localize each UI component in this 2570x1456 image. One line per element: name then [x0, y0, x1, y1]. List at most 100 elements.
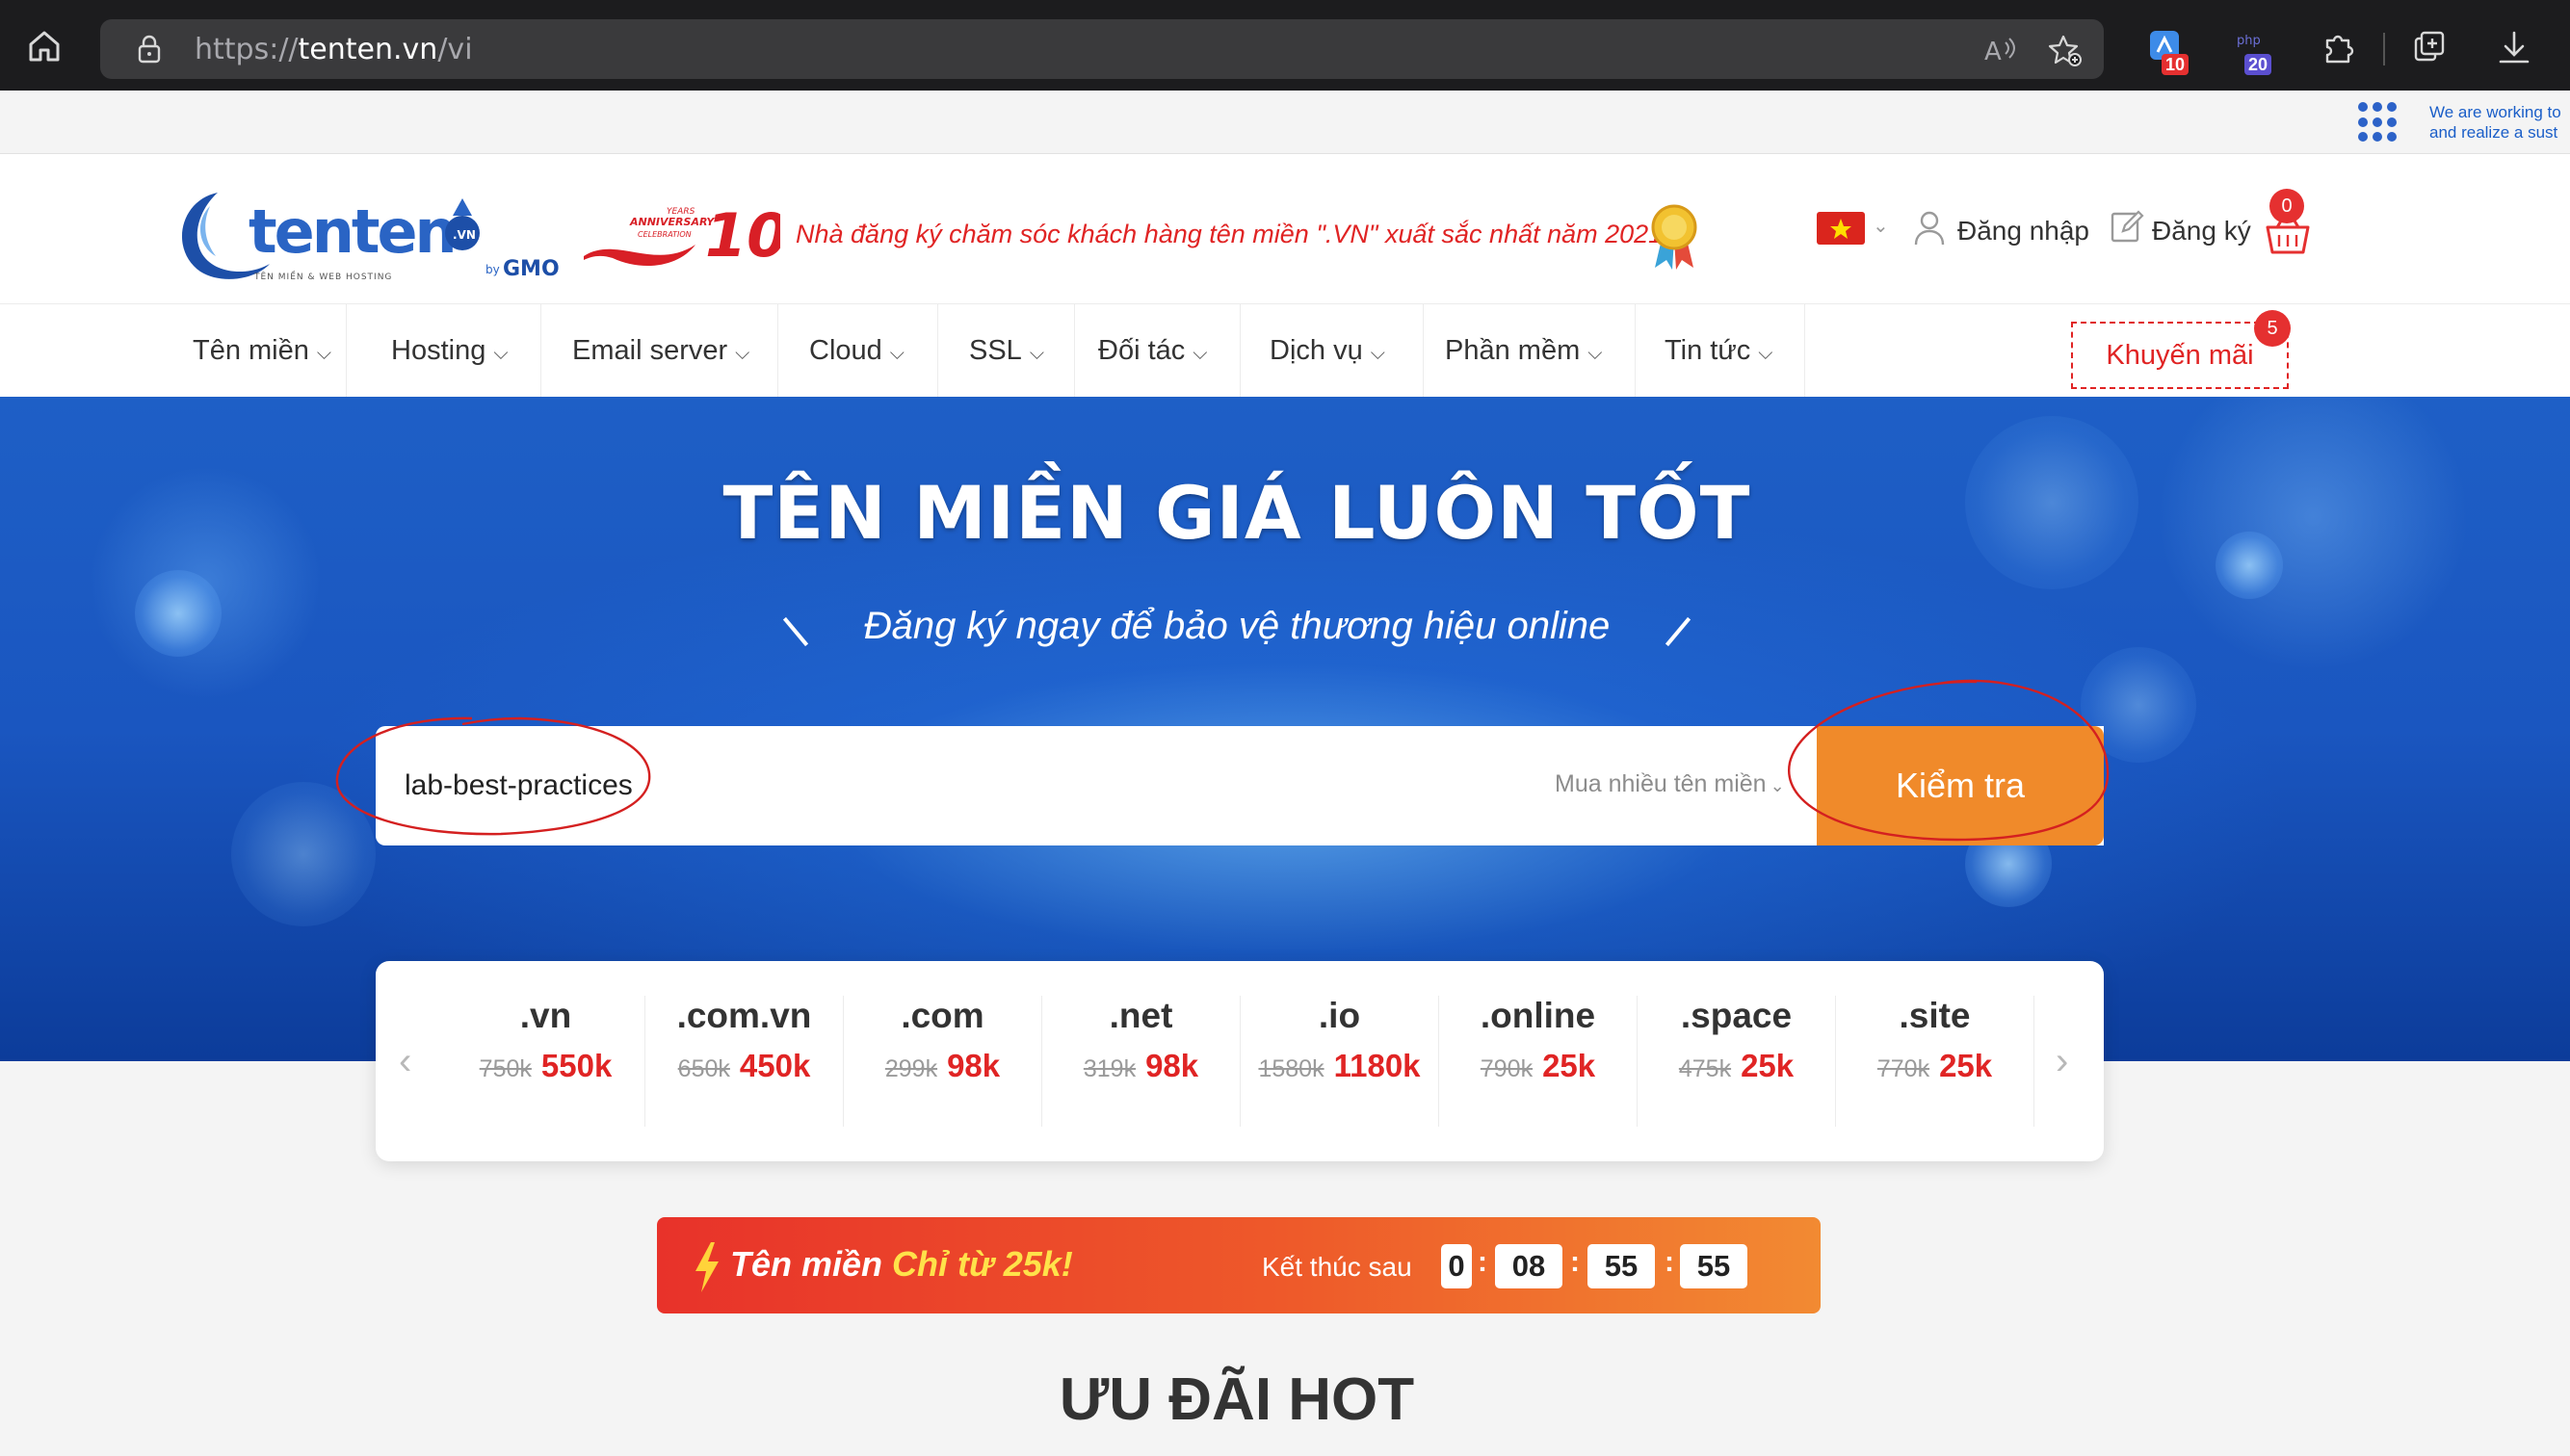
read-aloud-icon[interactable]: A [1982, 33, 2017, 67]
chevron-down-icon: ⌵ [1029, 343, 1044, 364]
nav-item-software[interactable]: Phần mềm ⌵ [1416, 304, 1636, 397]
vietnam-flag-icon[interactable] [1817, 212, 1865, 245]
flash-sale-title: Tên miền Chỉ từ 25k! [730, 1244, 1073, 1285]
nav-item-partner[interactable]: Đối tác ⌵ [1069, 304, 1241, 397]
svg-text:tenten: tenten [249, 196, 455, 267]
login-link[interactable]: Đăng nhập [1957, 216, 2089, 247]
chevron-down-icon[interactable]: ⌄ [1873, 214, 1889, 238]
price-tld: .vn [519, 996, 572, 1035]
countdown-days: 0 [1441, 1244, 1472, 1288]
user-icon[interactable] [1913, 210, 1946, 247]
price-new: 25k [1939, 1048, 1993, 1083]
favorite-add-icon[interactable] [2048, 33, 2083, 67]
promotion-count-badge: 5 [2254, 310, 2291, 347]
chevron-down-icon: ⌵ [1370, 343, 1385, 364]
countdown-separator: : [1478, 1246, 1487, 1278]
multi-domain-toggle[interactable]: Mua nhiều tên miền ⌄ [1555, 770, 1785, 798]
nav-item-hosting[interactable]: Hosting ⌵ [362, 304, 541, 397]
price-new: 25k [1542, 1048, 1596, 1083]
countdown-hours: 08 [1495, 1244, 1562, 1288]
svg-text:ANNIVERSARY: ANNIVERSARY [629, 216, 715, 228]
svg-text:TÊN MIỀN & WEB HOSTING: TÊN MIỀN & WEB HOSTING [253, 270, 392, 282]
price-new: 25k [1741, 1048, 1795, 1083]
notice-text[interactable]: We are working to and realize a sust [2429, 102, 2561, 143]
nav-item-news[interactable]: Tin tức ⌵ [1636, 304, 1805, 397]
annotation-circle [335, 716, 651, 836]
price-old: 319k [1083, 1055, 1137, 1082]
svg-text:by: by [485, 263, 500, 276]
notice-strip: We are working to and realize a sust [0, 91, 2570, 154]
chevron-down-icon: ⌵ [1193, 343, 1208, 364]
url-scheme: https:// [195, 33, 299, 66]
price-new: 450k [739, 1048, 811, 1083]
price-new: 98k [947, 1048, 1001, 1083]
lightning-icon [695, 1242, 719, 1292]
chevron-down-icon: ⌵ [493, 343, 509, 364]
price-old: 475k [1678, 1055, 1732, 1082]
price-tld: .com.vn [676, 996, 812, 1035]
annotation-circle [1788, 679, 2110, 842]
price-item-space[interactable]: .space 475k 25k [1638, 996, 1836, 1127]
lock-icon[interactable] [135, 35, 164, 64]
chevron-down-icon: ⌵ [316, 343, 332, 364]
nav-item-ssl[interactable]: SSL ⌵ [940, 304, 1075, 397]
countdown-separator: : [1665, 1246, 1674, 1278]
price-item-com-vn[interactable]: .com.vn 650k 450k [645, 996, 844, 1127]
address-bar[interactable]: https://tenten.vn/vi A [100, 19, 2104, 79]
price-item-vn[interactable]: .vn 750k 550k [447, 996, 645, 1127]
price-new: 550k [540, 1048, 613, 1083]
price-item-online[interactable]: .online 790k 25k [1439, 996, 1638, 1127]
register-link[interactable]: Đăng ký [2152, 216, 2251, 247]
domain-price-carousel: ‹ .vn 750k 550k .com.vn 650k 450k .com 299… [376, 961, 2104, 1161]
chevron-down-icon: ⌵ [735, 343, 750, 364]
svg-text:CELEBRATION: CELEBRATION [638, 230, 692, 239]
price-old: 650k [677, 1055, 730, 1082]
url-path: /vi [437, 33, 473, 66]
site-header: tenten .VN by GMO TÊN MIỀN & WEB HOSTING… [0, 154, 2570, 304]
price-item-io[interactable]: .io 1580k 1180k [1241, 996, 1439, 1127]
price-tld: .com [901, 996, 984, 1035]
chevron-down-icon: ⌵ [889, 343, 905, 364]
home-icon[interactable] [25, 27, 64, 65]
price-old: 1580k [1258, 1055, 1324, 1082]
price-item-net[interactable]: .net 319k 98k [1042, 996, 1241, 1127]
nav-item-email-server[interactable]: Email server ⌵ [543, 304, 778, 397]
anniversary-badge: YEARS ANNIVERSARY CELEBRATION 10 [584, 200, 780, 271]
notice-line-2: and realize a sust [2429, 123, 2558, 142]
svg-text:php: php [2237, 34, 2261, 48]
collections-icon[interactable] [2410, 29, 2449, 67]
nav-item-services[interactable]: Dịch vụ ⌵ [1241, 304, 1424, 397]
price-tld: .io [1318, 996, 1361, 1035]
flash-sale-highlight: Chỉ từ 25k! [892, 1244, 1073, 1284]
price-item-com[interactable]: .com 299k 98k [844, 996, 1042, 1127]
countdown-label: Kết thúc sau [1262, 1252, 1412, 1282]
chevron-down-icon: ⌵ [1758, 343, 1773, 364]
flash-sale-banner[interactable]: Tên miền Chỉ từ 25k! Kết thúc sau 0 : 08… [657, 1217, 1821, 1313]
nav-item-cloud[interactable]: Cloud ⌵ [780, 304, 938, 397]
award-medal-icon [1651, 204, 1697, 270]
chevron-down-icon: ⌄ [1770, 776, 1785, 795]
price-new: 98k [1145, 1048, 1199, 1083]
chevron-left-icon[interactable]: ‹ [399, 1040, 411, 1083]
price-old: 750k [479, 1055, 532, 1082]
puzzle-icon[interactable] [2320, 29, 2358, 67]
price-tld: .site [1899, 996, 1971, 1035]
download-icon[interactable] [2495, 29, 2533, 67]
nav-item-domain[interactable]: Tên miền ⌵ [164, 304, 347, 397]
php-extension-badge: 20 [2244, 54, 2272, 75]
url-text[interactable]: https://tenten.vn/vi [195, 33, 473, 66]
chevron-right-icon[interactable]: › [2056, 1040, 2068, 1083]
tenten-logo[interactable]: tenten .VN by GMO TÊN MIỀN & WEB HOSTING [162, 183, 576, 289]
price-old: 790k [1480, 1055, 1534, 1082]
apps-grid-icon[interactable] [2358, 102, 2399, 143]
edit-icon[interactable] [2110, 208, 2144, 245]
svg-text:.VN: .VN [453, 228, 476, 242]
price-item-site[interactable]: .site 770k 25k [1836, 996, 2034, 1127]
toolbar-divider [2383, 33, 2385, 65]
award-text: Nhà đăng ký chăm sóc khách hàng tên miền… [796, 220, 1664, 248]
price-old: 770k [1876, 1055, 1930, 1082]
price-tld: .online [1480, 996, 1596, 1035]
price-new: 1180k [1333, 1048, 1421, 1083]
multi-domain-label: Mua nhiều tên miền [1555, 770, 1767, 797]
svg-text:A: A [1984, 38, 2002, 66]
